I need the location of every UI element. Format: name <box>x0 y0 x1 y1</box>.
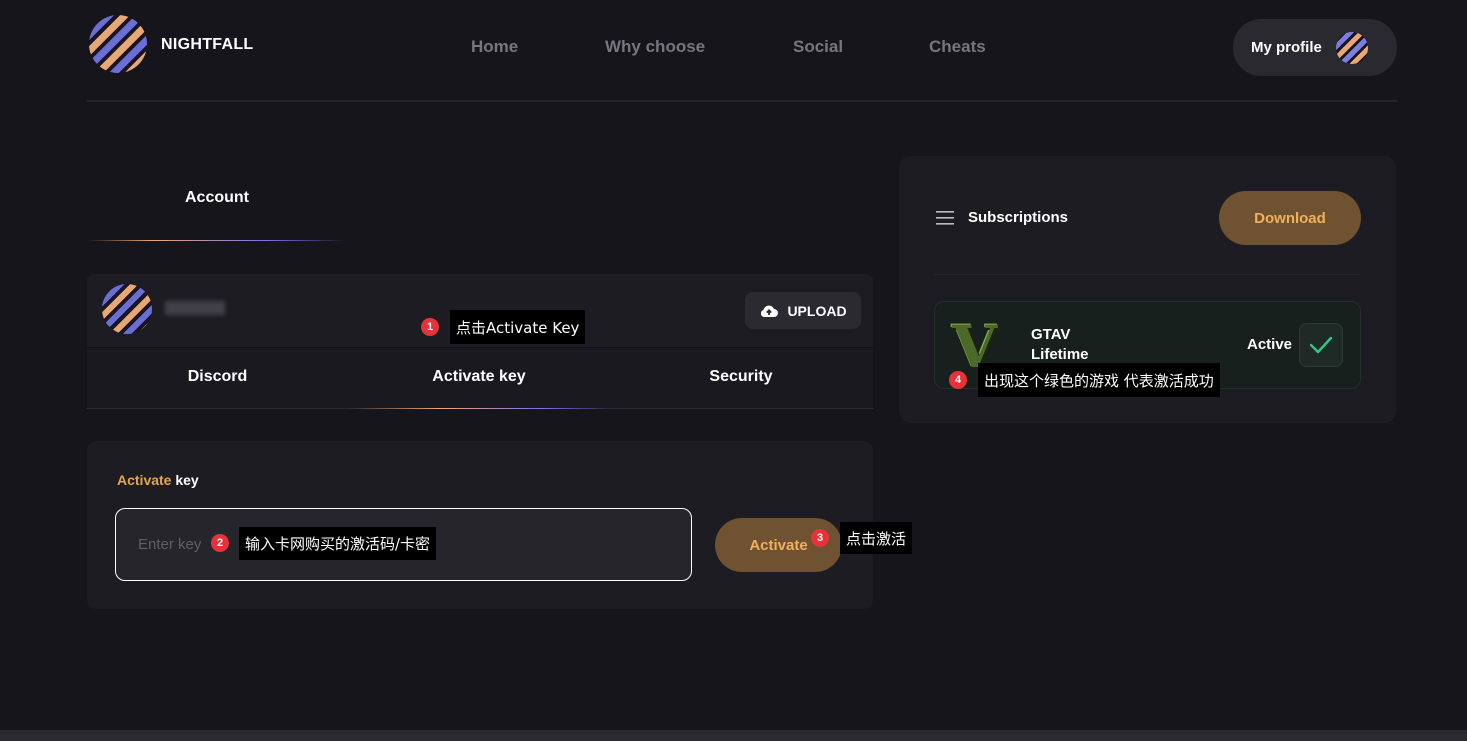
upload-button[interactable]: UPLOAD <box>745 292 861 329</box>
footer-bar <box>0 730 1467 741</box>
brand-logo[interactable] <box>89 15 147 73</box>
tab-activate-key[interactable]: Activate key <box>348 368 610 386</box>
subscription-status: Active <box>1247 336 1293 353</box>
account-title: Account <box>185 189 249 206</box>
cloud-upload-icon <box>761 305 779 317</box>
game-plan: Lifetime <box>1031 346 1089 363</box>
upload-label: UPLOAD <box>787 302 847 319</box>
activate-key-title: Activate key <box>117 472 199 488</box>
game-name: GTAV <box>1031 326 1071 343</box>
profile-avatar <box>1335 31 1368 64</box>
username-blurred <box>165 301 225 315</box>
brand-name[interactable]: NIGHTFALL <box>161 36 253 54</box>
annotation-note-3: 点击激活 <box>840 522 913 554</box>
account-underline <box>87 240 347 241</box>
tab-discord[interactable]: Discord <box>87 368 348 386</box>
subscriptions-divider <box>934 274 1361 275</box>
activate-key-panel: Activate key Activate <box>87 441 873 609</box>
active-tab-indicator <box>348 408 610 409</box>
subscriptions-title: Subscriptions <box>968 209 1069 226</box>
nav-why-choose[interactable]: Why choose <box>605 37 705 57</box>
annotation-note-4: 出现这个绿色的游戏 代表激活成功 <box>978 363 1220 397</box>
tab-security[interactable]: Security <box>610 368 872 386</box>
annotation-note-1: 点击Activate Key <box>450 310 586 344</box>
download-button[interactable]: Download <box>1219 191 1361 245</box>
annotation-note-2: 输入卡网购买的激活码/卡密 <box>239 527 437 560</box>
annotation-badge-4: 4 <box>949 371 967 389</box>
annotation-badge-2: 2 <box>211 534 229 552</box>
check-icon <box>1309 336 1333 354</box>
menu-icon <box>936 211 954 225</box>
account-tabs: Discord Activate key Security <box>87 347 873 409</box>
nav-home[interactable]: Home <box>471 37 518 57</box>
nav-cheats[interactable]: Cheats <box>929 37 986 57</box>
download-label: Download <box>1254 209 1326 227</box>
annotation-badge-3: 3 <box>811 529 829 547</box>
annotation-badge-1: 1 <box>421 318 439 336</box>
avatar[interactable] <box>102 284 152 334</box>
my-profile-button[interactable]: My profile <box>1233 19 1397 76</box>
nav-social[interactable]: Social <box>793 37 843 57</box>
my-profile-label: My profile <box>1251 39 1322 56</box>
activate-key-title-accent: Activate <box>117 472 172 488</box>
header-divider <box>87 100 1397 102</box>
activate-key-title-rest: key <box>171 472 199 488</box>
activate-button-label: Activate <box>749 536 808 554</box>
active-check <box>1299 323 1343 367</box>
